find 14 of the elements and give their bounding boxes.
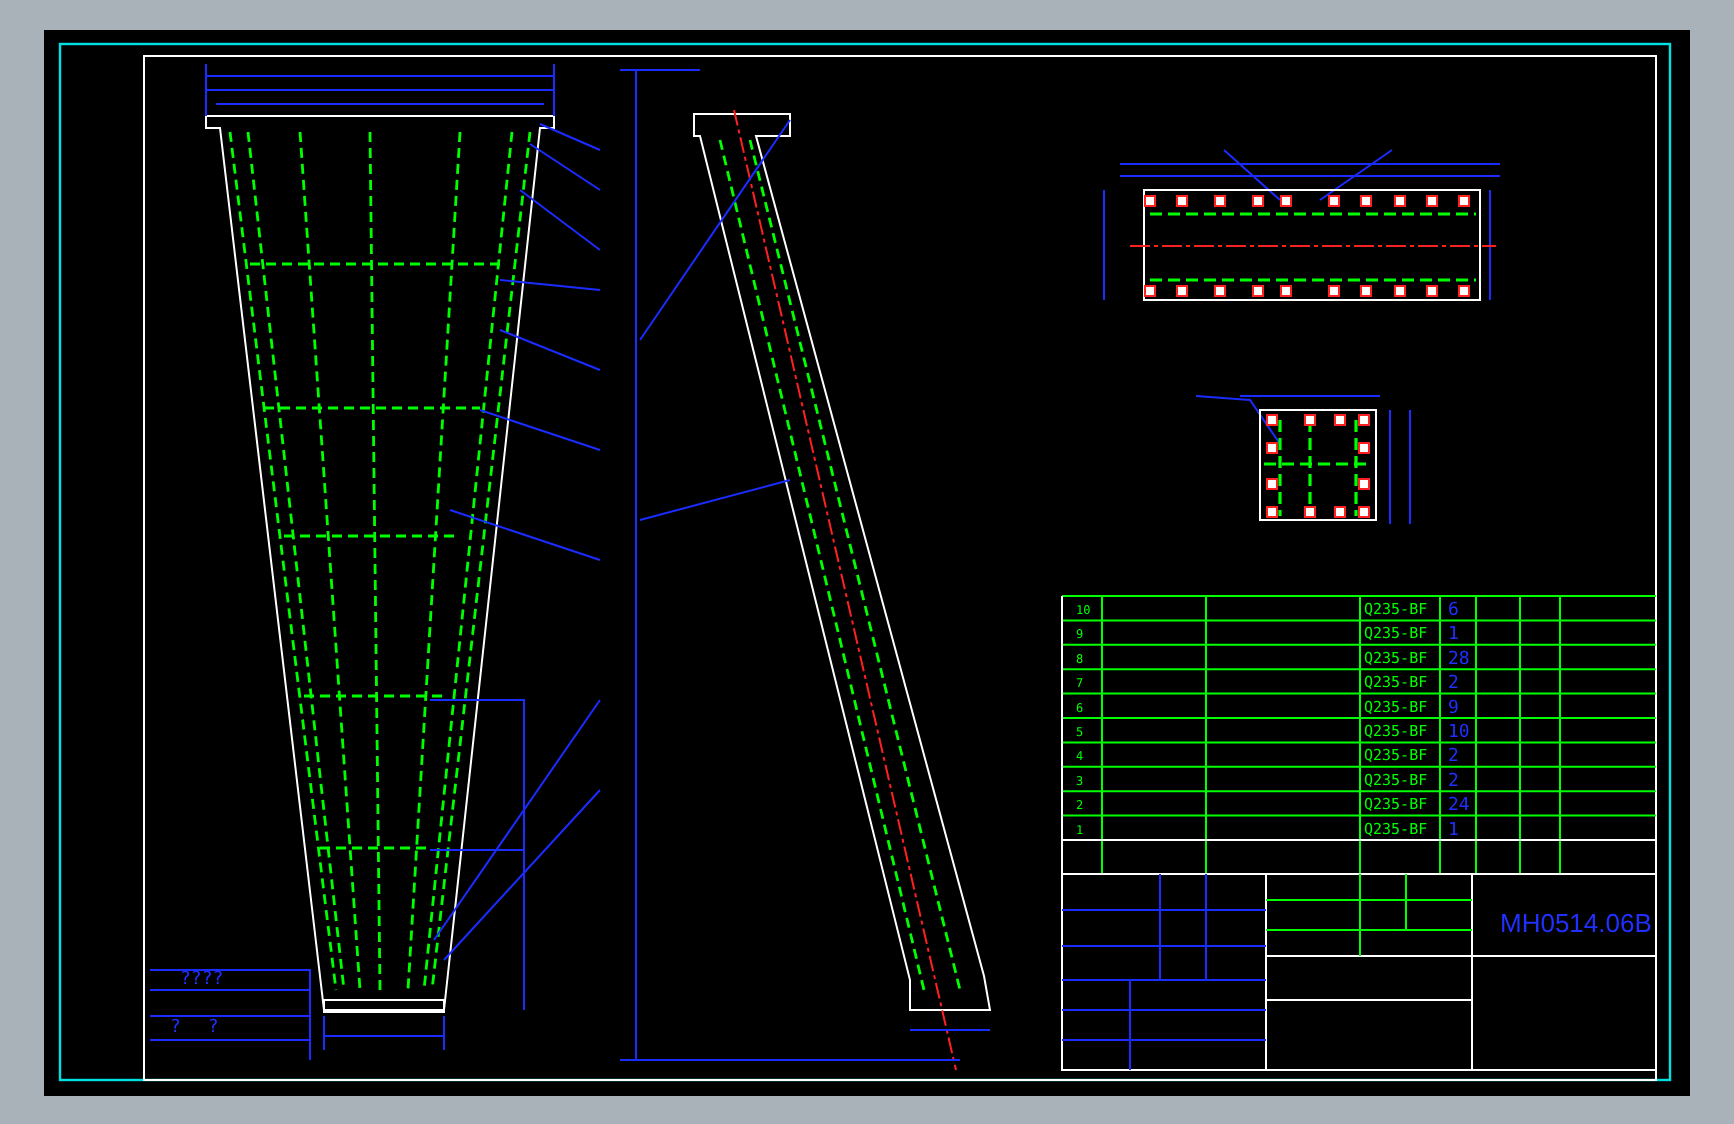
label-text: ???? <box>180 970 224 990</box>
quantity-text: 1 <box>1448 820 1459 841</box>
quantity-text: 28 <box>1448 649 1470 670</box>
quantity-text: 24 <box>1448 796 1470 817</box>
square-flange-drawing <box>1259 409 1377 521</box>
quantity-text: 10 <box>1448 723 1470 743</box>
quantity-text: 9 <box>1448 698 1459 719</box>
quantity-text: 2 <box>1448 674 1459 695</box>
quantity-text: 2 <box>1448 771 1459 792</box>
drawing-number: MH0514.06B <box>1500 908 1652 938</box>
label-text: ? ? <box>170 1018 219 1038</box>
quantity-text: 2 <box>1448 747 1459 768</box>
quantity-text: 6 <box>1448 601 1459 621</box>
quantity-text: 1 <box>1448 625 1459 646</box>
